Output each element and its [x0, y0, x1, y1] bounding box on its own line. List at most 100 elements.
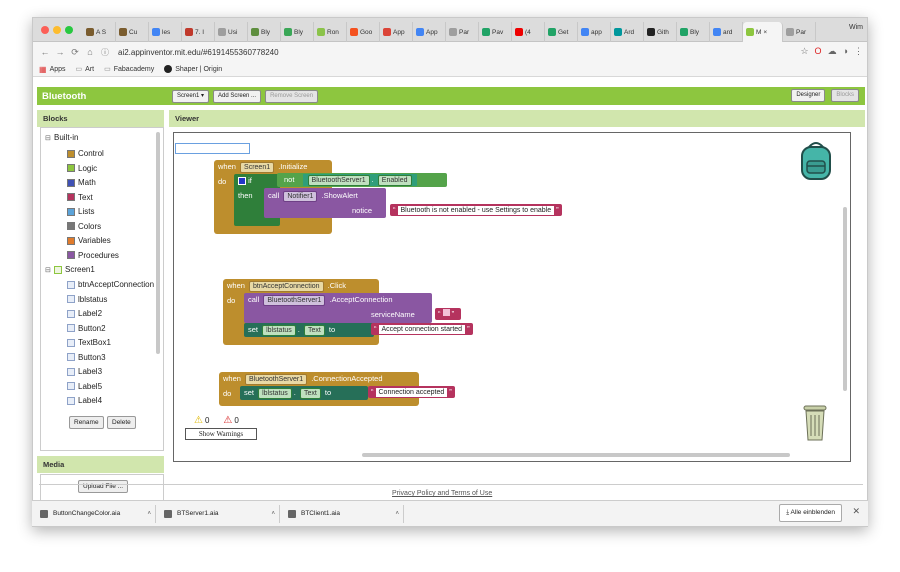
empty-text-block[interactable]: “ ” [435, 308, 461, 320]
screen-select[interactable]: Screen1 ▾ [172, 89, 210, 103]
mutator-icon[interactable] [238, 177, 246, 186]
tree-screen1[interactable]: ⊟ Screen1 [45, 265, 95, 274]
bookmark-fabacademy[interactable]: ▭ Fabacademy [104, 65, 154, 74]
profile-name[interactable]: Wim [849, 24, 863, 31]
browser-tab[interactable]: Gith [644, 22, 677, 42]
zoom-window-icon[interactable] [65, 26, 73, 34]
browser-tab[interactable]: Par [446, 22, 479, 42]
notifier1-dropdown[interactable]: Notifier1 [283, 191, 318, 202]
browser-tab[interactable]: Get [545, 22, 578, 42]
browser-tab[interactable]: Goo [347, 22, 380, 42]
opera-icon[interactable]: O [815, 46, 822, 57]
browser-tab[interactable]: app [578, 22, 611, 42]
browser-tab[interactable]: Par [783, 22, 816, 42]
blocks-workspace[interactable]: when Screen1 .Initialize do if not Bluet… [173, 132, 851, 462]
component-item[interactable]: Label2 [67, 309, 102, 318]
tree-scrollbar[interactable] [156, 132, 160, 354]
browser-tab[interactable]: Bly [281, 22, 314, 42]
browser-tab[interactable]: Cu [116, 22, 149, 42]
screen1-dropdown[interactable]: Screen1 [240, 162, 275, 173]
component-item[interactable]: TextBox1 [67, 338, 111, 347]
minimize-window-icon[interactable] [53, 26, 61, 34]
chevron-up-icon[interactable]: ˄ [395, 511, 399, 517]
blocks-button[interactable]: Blocks [831, 89, 859, 102]
text-bt-not-enabled[interactable]: “Bluetooth is not enabled - use Settings… [390, 204, 562, 216]
btserver-event-dropdown[interactable]: BluetoothServer1 [245, 374, 308, 385]
component-item[interactable]: Label4 [67, 396, 102, 405]
component-item[interactable]: lblstatus [67, 295, 107, 304]
builtin-lists[interactable]: Lists [67, 207, 94, 216]
lblstatus-dropdown[interactable]: lblstatus [258, 388, 292, 399]
menu-icon[interactable]: ⋮ [854, 46, 863, 57]
show-warnings-button[interactable]: Show Warnings [185, 428, 257, 440]
builtin-procedures[interactable]: Procedures [67, 251, 119, 260]
add-screen-button[interactable]: Add Screen ... [213, 89, 262, 103]
workspace-text-input[interactable] [175, 143, 250, 154]
remove-screen-button[interactable]: Remove Screen [265, 89, 319, 103]
component-item[interactable]: btnAcceptConnection [67, 280, 154, 289]
workspace-vscrollbar[interactable] [843, 207, 847, 391]
browser-tab[interactable]: 7. I [182, 22, 215, 42]
browser-tab[interactable]: (4 [512, 22, 545, 42]
collapse-icon[interactable]: ⊟ [45, 134, 51, 142]
download-item-3[interactable]: BTClient1.aia ˄ [284, 504, 404, 523]
builtin-variables[interactable]: Variables [67, 236, 111, 245]
bookmark-art[interactable]: ▭ Art [76, 65, 95, 74]
backpack-icon[interactable] [796, 139, 836, 181]
browser-tab[interactable]: A S [83, 22, 116, 42]
browser-tab[interactable]: Bly [677, 22, 710, 42]
download-item-1[interactable]: ButtonChangeColor.aia ˄ [36, 504, 156, 523]
workspace-hscrollbar[interactable] [362, 453, 790, 457]
browser-tab[interactable]: Pav [479, 22, 512, 42]
address-bar[interactable]: ai2.appinventor.mit.edu/#619145536077824… [118, 48, 768, 57]
browser-tab[interactable]: Usi [215, 22, 248, 42]
text-property-dropdown[interactable]: Text [303, 325, 325, 336]
text-connection-accepted[interactable]: “Connection accepted” [368, 386, 455, 398]
browser-tab[interactable]: App [413, 22, 446, 42]
bookmark-apps[interactable]: ▦ Apps [39, 65, 66, 74]
show-all-downloads-button[interactable]: ⤓ Alle einblenden [779, 504, 842, 522]
collapse-icon[interactable]: ⊟ [45, 266, 51, 274]
builtin-colors[interactable]: Colors [67, 222, 101, 231]
component-item[interactable]: Button2 [67, 324, 106, 333]
bt-enabled-getter[interactable]: BluetoothServer1. Enabled [302, 174, 417, 186]
reload-icon[interactable]: ⟳ [69, 47, 81, 58]
rename-button[interactable]: Rename [69, 416, 104, 429]
component-item[interactable]: Label3 [67, 367, 102, 376]
browser-tab[interactable]: Bly [248, 22, 281, 42]
browser-tab[interactable]: M × [743, 22, 783, 42]
text-accept-started[interactable]: “Accept connection started” [371, 323, 473, 335]
browser-tab[interactable]: ard [710, 22, 743, 42]
close-window-icon[interactable] [41, 26, 49, 34]
extension2-icon[interactable]: ◑ [843, 46, 848, 57]
browser-tab[interactable]: Ard [611, 22, 644, 42]
download-item-2[interactable]: BTServer1.aia ˄ [160, 504, 280, 523]
close-downloads-icon[interactable]: ✕ [852, 506, 860, 517]
browser-tab[interactable]: les [149, 22, 182, 42]
browser-tab[interactable]: App [380, 22, 413, 42]
back-icon[interactable]: ← [39, 47, 51, 57]
trash-icon[interactable] [800, 403, 830, 443]
privacy-link[interactable]: Privacy Policy and Terms of Use [392, 490, 492, 497]
upload-file-button[interactable]: Upload File ... [78, 480, 129, 493]
home-icon[interactable]: ⌂ [84, 47, 96, 57]
builtin-text[interactable]: Text [67, 193, 93, 202]
component-item[interactable]: Label5 [67, 382, 102, 391]
delete-button[interactable]: Delete [107, 416, 136, 429]
close-tab-icon[interactable]: × [763, 29, 767, 36]
builtin-control[interactable]: Control [67, 149, 104, 158]
lblstatus-dropdown[interactable]: lblstatus [262, 325, 296, 336]
browser-tab[interactable]: Ron [314, 22, 347, 42]
extension-icon[interactable]: ☁ [828, 46, 837, 57]
btnaccept-dropdown[interactable]: btnAcceptConnection [249, 281, 324, 292]
component-item[interactable]: Button3 [67, 353, 106, 362]
tree-builtin[interactable]: ⊟ Built-in [45, 133, 78, 142]
bookmark-star-icon[interactable]: ☆ [800, 46, 808, 57]
designer-button[interactable]: Designer [791, 89, 826, 102]
forward-icon[interactable]: → [54, 47, 66, 57]
chevron-up-icon[interactable]: ˄ [271, 511, 275, 517]
builtin-math[interactable]: Math [67, 178, 96, 187]
btserver-dropdown[interactable]: BluetoothServer1 [263, 295, 326, 306]
builtin-logic[interactable]: Logic [67, 164, 97, 173]
chevron-up-icon[interactable]: ˄ [147, 511, 151, 517]
